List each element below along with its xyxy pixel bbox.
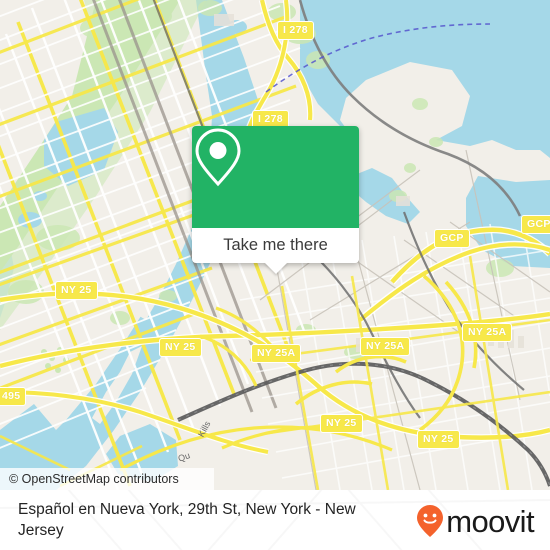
road-shield: NY 25 xyxy=(159,338,202,357)
road-shield: I 278 xyxy=(277,21,314,40)
take-me-there-label: Take me there xyxy=(223,236,328,254)
map-attribution[interactable]: © OpenStreetMap contributors xyxy=(0,468,214,490)
road-shield: NY 25 xyxy=(55,281,98,300)
road-shield: NY 25A xyxy=(360,337,411,356)
road-shield: GCP xyxy=(434,229,470,248)
road-shield: NY 25 xyxy=(320,414,363,433)
map-attribution-text: © OpenStreetMap contributors xyxy=(9,472,179,486)
popup-tail xyxy=(263,262,288,274)
popup-header xyxy=(192,126,359,228)
moovit-map-screenshot: I 278 I 278 GCP GCP NY 25 NY 25 NY 25A N… xyxy=(0,0,550,550)
road-shield: NY 25A xyxy=(251,344,302,363)
location-popup-card[interactable]: Take me there xyxy=(192,126,359,274)
road-shield: 495 xyxy=(0,387,27,406)
take-me-there-button[interactable]: Take me there xyxy=(192,228,359,274)
road-shield: NY 25A xyxy=(462,323,513,342)
moovit-wordmark: moovit xyxy=(446,503,534,539)
location-pin-icon xyxy=(195,128,241,187)
moovit-logo[interactable]: moovit xyxy=(415,503,535,539)
map-canvas[interactable]: I 278 I 278 GCP GCP NY 25 NY 25 NY 25A N… xyxy=(0,0,550,490)
moovit-smiley-pin-icon xyxy=(417,505,444,537)
road-shield: NY 25 xyxy=(417,430,460,449)
footer-bar: Español en Nueva York, 29th St, New York… xyxy=(0,490,550,550)
page-title: Español en Nueva York, 29th St, New York… xyxy=(18,501,356,539)
road-shield: GCP xyxy=(521,215,550,234)
